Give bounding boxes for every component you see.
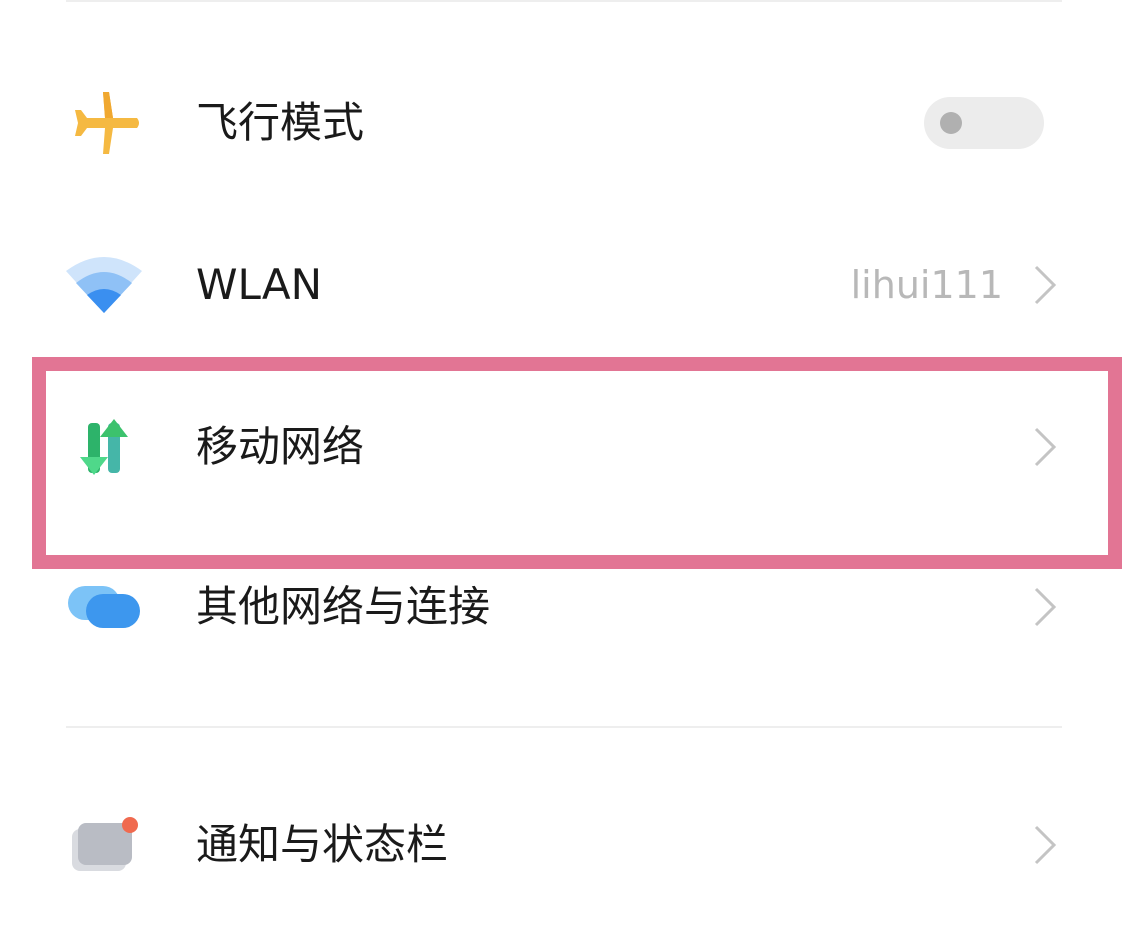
wlan-network-name: lihui111 [850, 263, 1003, 307]
setting-label: 其他网络与连接 [196, 582, 491, 631]
top-divider [66, 0, 1062, 2]
notification-icon [64, 805, 144, 885]
setting-row-wlan[interactable]: WLAN lihui111 [0, 230, 1125, 340]
setting-row-airplane-mode[interactable]: 飞行模式 [0, 68, 1125, 178]
section-divider [66, 726, 1062, 728]
toggle-knob [940, 112, 962, 134]
airplane-icon [64, 83, 144, 163]
chevron-right-icon [1034, 825, 1057, 865]
setting-label: 飞行模式 [196, 98, 365, 147]
setting-label: 移动网络 [196, 422, 365, 471]
chevron-right-icon [1034, 587, 1057, 627]
setting-label: WLAN [196, 260, 323, 309]
setting-row-other-connections[interactable]: 其他网络与连接 [0, 552, 1125, 662]
wifi-icon [64, 245, 144, 325]
setting-row-mobile-network[interactable]: 移动网络 [0, 392, 1125, 502]
chevron-right-icon [1034, 265, 1057, 305]
setting-label: 通知与状态栏 [196, 820, 449, 869]
chevron-right-icon [1034, 427, 1057, 467]
setting-row-notifications[interactable]: 通知与状态栏 [0, 790, 1125, 900]
other-connections-icon [64, 567, 144, 647]
mobile-data-icon [64, 407, 144, 487]
airplane-mode-toggle[interactable] [924, 97, 1044, 149]
